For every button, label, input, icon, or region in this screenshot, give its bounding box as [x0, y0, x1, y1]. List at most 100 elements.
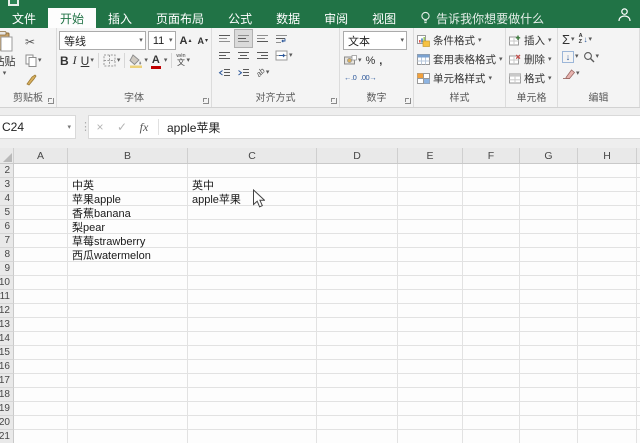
- cell-A8[interactable]: [14, 248, 68, 262]
- cell-H6[interactable]: [578, 220, 637, 234]
- underline-button[interactable]: U ▾: [79, 52, 96, 69]
- cell-B8[interactable]: 西瓜watermelon: [68, 248, 188, 262]
- cell-E12[interactable]: [398, 304, 463, 318]
- cell-B9[interactable]: [68, 262, 188, 276]
- middle-align-button[interactable]: [235, 30, 252, 47]
- cell-B16[interactable]: [68, 360, 188, 374]
- cell-H8[interactable]: [578, 248, 637, 262]
- cell-A15[interactable]: [14, 346, 68, 360]
- accounting-format-button[interactable]: ▾: [342, 52, 364, 69]
- cell-D17[interactable]: [317, 374, 398, 388]
- font-name-combo[interactable]: 等线 ▾: [59, 31, 146, 50]
- tab-5[interactable]: 数据: [264, 8, 312, 28]
- cell-A16[interactable]: [14, 360, 68, 374]
- cell-F21[interactable]: [463, 430, 520, 443]
- autosum-dropdown-icon[interactable]: ▾: [571, 36, 575, 43]
- phonetic-guide-button[interactable]: wén 文 ▾: [174, 52, 192, 69]
- cell-A18[interactable]: [14, 388, 68, 402]
- cell-C4[interactable]: apple苹果: [188, 192, 317, 206]
- cell-E9[interactable]: [398, 262, 463, 276]
- paste-button[interactable]: 粘贴 ▾: [0, 31, 23, 89]
- cell-G16[interactable]: [520, 360, 578, 374]
- cell-F3[interactable]: [463, 178, 520, 192]
- cell-H20[interactable]: [578, 416, 637, 430]
- row-header-4[interactable]: 4: [0, 192, 14, 206]
- cell-A10[interactable]: [14, 276, 68, 290]
- cell-B19[interactable]: [68, 402, 188, 416]
- cell-H19[interactable]: [578, 402, 637, 416]
- cell-D15[interactable]: [317, 346, 398, 360]
- cell-C13[interactable]: [188, 318, 317, 332]
- cell-E4[interactable]: [398, 192, 463, 206]
- cell-C14[interactable]: [188, 332, 317, 346]
- formula-input[interactable]: apple苹果: [167, 119, 220, 136]
- cell-D14[interactable]: [317, 332, 398, 346]
- row-header-13[interactable]: 13: [0, 318, 14, 332]
- cell-E8[interactable]: [398, 248, 463, 262]
- cell-B11[interactable]: [68, 290, 188, 304]
- fill-dropdown-icon[interactable]: ▾: [575, 53, 579, 60]
- cell-A2[interactable]: [14, 164, 68, 178]
- cell-B17[interactable]: [68, 374, 188, 388]
- cell-G11[interactable]: [520, 290, 578, 304]
- cell-H16[interactable]: [578, 360, 637, 374]
- cell-A20[interactable]: [14, 416, 68, 430]
- cell-G2[interactable]: [520, 164, 578, 178]
- cell-H2[interactable]: [578, 164, 637, 178]
- cell-E11[interactable]: [398, 290, 463, 304]
- cell-C21[interactable]: [188, 430, 317, 443]
- font-size-combo[interactable]: 11 ▾: [148, 31, 176, 50]
- tab-3[interactable]: 页面布局: [144, 8, 216, 28]
- cell-A4[interactable]: [14, 192, 68, 206]
- cell-A6[interactable]: [14, 220, 68, 234]
- phonetic-dropdown-icon[interactable]: ▾: [187, 57, 191, 64]
- name-box[interactable]: C24 ▾: [0, 115, 76, 139]
- cell-E5[interactable]: [398, 206, 463, 220]
- enter-button[interactable]: ✓: [111, 120, 133, 134]
- cell-G4[interactable]: [520, 192, 578, 206]
- cell-D3[interactable]: [317, 178, 398, 192]
- row-header-19[interactable]: 19: [0, 402, 14, 416]
- cell-F12[interactable]: [463, 304, 520, 318]
- cell-A17[interactable]: [14, 374, 68, 388]
- cell-F14[interactable]: [463, 332, 520, 346]
- cell-F10[interactable]: [463, 276, 520, 290]
- column-header-H[interactable]: H: [578, 148, 637, 163]
- clear-button[interactable]: ▾: [562, 69, 580, 79]
- cell-E17[interactable]: [398, 374, 463, 388]
- cell-F7[interactable]: [463, 234, 520, 248]
- cell-styles-button[interactable]: 单元格样式 ▾: [414, 69, 505, 88]
- cell-D11[interactable]: [317, 290, 398, 304]
- fill-color-dropdown-icon[interactable]: ▾: [144, 57, 148, 64]
- borders-dropdown-icon[interactable]: ▾: [117, 57, 121, 64]
- cell-C6[interactable]: [188, 220, 317, 234]
- tab-0-file[interactable]: 文件: [0, 8, 48, 28]
- cell-G19[interactable]: [520, 402, 578, 416]
- cell-A14[interactable]: [14, 332, 68, 346]
- cell-D8[interactable]: [317, 248, 398, 262]
- row-header-2[interactable]: 2: [0, 164, 14, 178]
- cell-E6[interactable]: [398, 220, 463, 234]
- cell-G21[interactable]: [520, 430, 578, 443]
- cell-C20[interactable]: [188, 416, 317, 430]
- column-header-F[interactable]: F: [463, 148, 520, 163]
- cell-B12[interactable]: [68, 304, 188, 318]
- column-header-B[interactable]: B: [68, 148, 188, 163]
- copy-dropdown-icon[interactable]: ▾: [38, 57, 42, 64]
- cell-H5[interactable]: [578, 206, 637, 220]
- cell-C11[interactable]: [188, 290, 317, 304]
- cell-A11[interactable]: [14, 290, 68, 304]
- cell-D19[interactable]: [317, 402, 398, 416]
- format-as-table-button[interactable]: 套用表格格式 ▾: [414, 50, 505, 69]
- row-header-7[interactable]: 7: [0, 234, 14, 248]
- cell-H9[interactable]: [578, 262, 637, 276]
- cell-B18[interactable]: [68, 388, 188, 402]
- cell-F5[interactable]: [463, 206, 520, 220]
- tab-6[interactable]: 审阅: [312, 8, 360, 28]
- italic-button[interactable]: I: [71, 52, 79, 69]
- cell-A13[interactable]: [14, 318, 68, 332]
- cell-B15[interactable]: [68, 346, 188, 360]
- cell-A19[interactable]: [14, 402, 68, 416]
- row-header-11[interactable]: 11: [0, 290, 14, 304]
- cell-H18[interactable]: [578, 388, 637, 402]
